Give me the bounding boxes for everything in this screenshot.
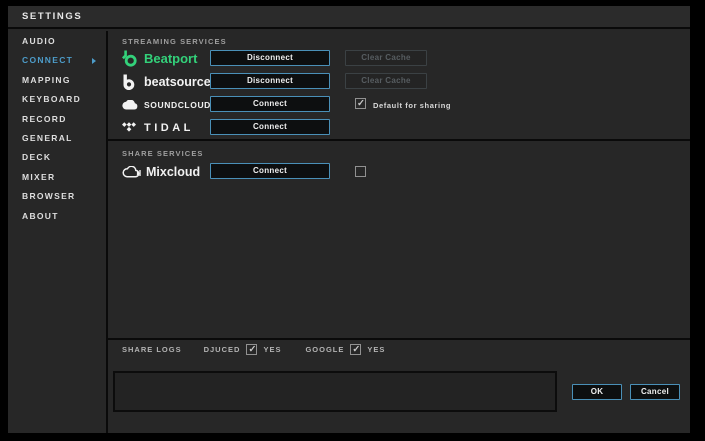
service-name: Mixcloud [146, 164, 201, 179]
google-label: GOOGLE [305, 344, 345, 354]
streaming-services-header: STREAMING SERVICES [122, 37, 227, 46]
check-icon: ✓ [357, 98, 365, 109]
share-services-header: SHARE SERVICES [122, 149, 204, 158]
mixcloud-sharing-checkbox[interactable]: ✓ [355, 166, 366, 177]
share-logs-label: SHARE LOGS [122, 344, 182, 354]
mixcloud-row: Mixcloud [122, 163, 200, 180]
cancel-button[interactable]: Cancel [630, 384, 680, 400]
service-name: Beatport [144, 51, 198, 66]
sidebar-item-deck[interactable]: DECK [8, 148, 106, 167]
page-title: SETTINGS [22, 11, 83, 22]
sidebar-item-label: CONNECT [22, 55, 74, 66]
default-for-sharing-label: Default for sharing [373, 101, 452, 110]
sidebar-item-connect[interactable]: CONNECT [8, 51, 106, 70]
beatsource-clear-cache-button[interactable]: Clear Cache [345, 73, 427, 89]
settings-window: SETTINGS AUDIO CONNECT MAPPING KEYBOARD … [8, 6, 690, 433]
ok-button[interactable]: OK [572, 384, 622, 400]
tidal-icon [122, 121, 144, 134]
soundcloud-icon [122, 99, 144, 110]
default-for-sharing-checkbox[interactable]: ✓ [355, 98, 366, 109]
beatsource-disconnect-button[interactable]: Disconnect [210, 73, 330, 89]
djuced-logs-checkbox[interactable]: ✓ [246, 343, 258, 355]
active-indicator-icon [92, 58, 96, 65]
beatport-icon [122, 50, 144, 67]
sidebar: AUDIO CONNECT MAPPING KEYBOARD RECORD GE… [8, 32, 106, 433]
section-divider [108, 139, 690, 141]
connect-panel: STREAMING SERVICES Beatport Disconnect C… [108, 31, 690, 433]
beatport-disconnect-button[interactable]: Disconnect [210, 50, 330, 66]
tidal-row: TIDAL [122, 119, 194, 136]
mixcloud-icon [122, 165, 146, 178]
service-name: beatsource [144, 74, 211, 89]
share-logs-textbox[interactable] [113, 371, 557, 412]
google-logs-value: YES [367, 344, 386, 354]
sidebar-item-record[interactable]: RECORD [8, 110, 106, 129]
sidebar-item-browser[interactable]: BROWSER [8, 187, 106, 206]
check-icon: ✓ [248, 343, 257, 355]
title-bar: SETTINGS [8, 6, 690, 29]
sidebar-item-mixer[interactable]: MIXER [8, 168, 106, 187]
mixcloud-connect-button[interactable]: Connect [210, 163, 330, 179]
sidebar-item-mapping[interactable]: MAPPING [8, 71, 106, 90]
soundcloud-connect-button[interactable]: Connect [210, 96, 330, 112]
beatport-row: Beatport [122, 50, 197, 67]
check-icon: ✓ [352, 343, 361, 355]
sidebar-item-keyboard[interactable]: KEYBOARD [8, 90, 106, 109]
tidal-connect-button[interactable]: Connect [210, 119, 330, 135]
beatsource-icon [122, 74, 144, 90]
google-logs-checkbox[interactable]: ✓ [350, 343, 362, 355]
footer-divider [108, 338, 690, 340]
sidebar-item-general[interactable]: GENERAL [8, 129, 106, 148]
sidebar-item-audio[interactable]: AUDIO [8, 32, 106, 51]
beatport-clear-cache-button[interactable]: Clear Cache [345, 50, 427, 66]
service-name: SOUNDCLOUD [144, 99, 211, 110]
beatsource-row: beatsource [122, 73, 211, 90]
soundcloud-row: SOUNDCLOUD [122, 96, 211, 113]
share-logs-row: SHARE LOGS DJUCED ✓ YES GOOGLE ✓ YES [122, 343, 385, 355]
service-name: TIDAL [144, 121, 194, 134]
djuced-logs-value: YES [263, 344, 282, 354]
djuced-label: DJUCED [203, 344, 241, 354]
sidebar-item-about[interactable]: ABOUT [8, 207, 106, 226]
